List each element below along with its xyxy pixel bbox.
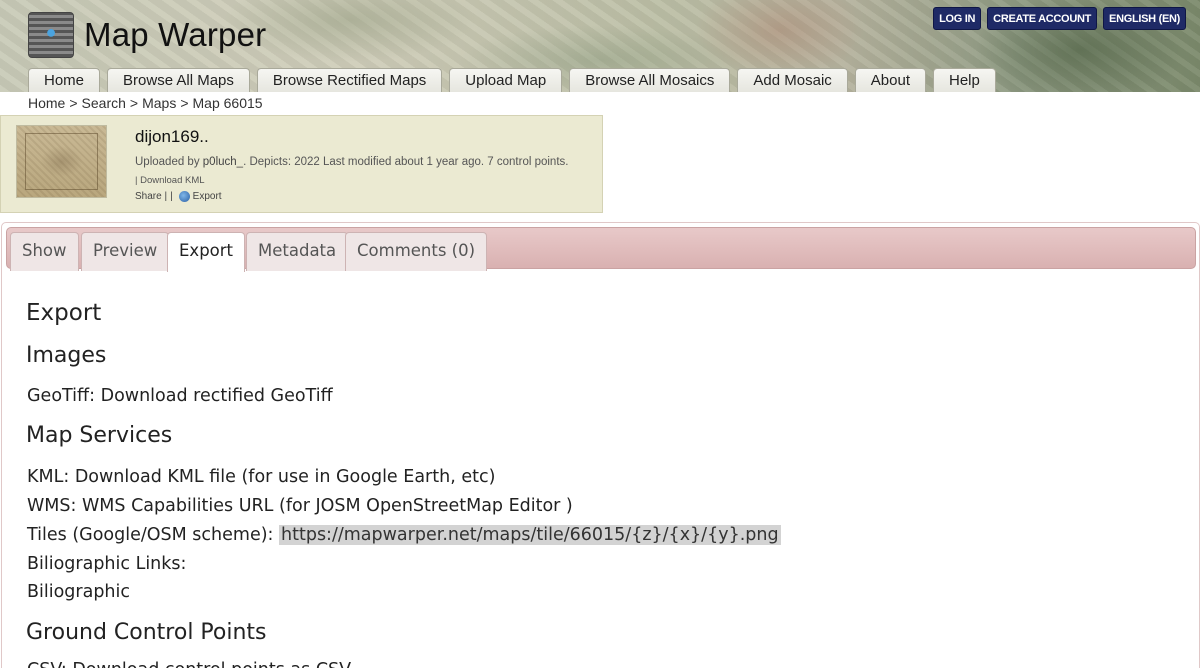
logo[interactable]: ● (28, 12, 74, 58)
breadcrumb-search[interactable]: Search (82, 95, 126, 111)
breadcrumb-separator: > (69, 95, 78, 111)
breadcrumb-maps[interactable]: Maps (142, 95, 176, 111)
nav-browse-all-mosaics[interactable]: Browse All Mosaics (569, 68, 731, 92)
map-meta-details: . Depicts: 2022 Last modified about 1 ye… (243, 156, 569, 168)
nav-help[interactable]: Help (932, 68, 996, 92)
map-meta: Uploaded by p0luch_. Depicts: 2022 Last … (135, 156, 568, 168)
share-separator: | (170, 191, 173, 202)
uploader-link[interactable]: p0luch_ (203, 156, 243, 168)
download-geotiff-link[interactable]: Download rectified GeoTiff (101, 386, 333, 406)
tab-preview[interactable]: Preview (81, 232, 170, 271)
breadcrumb-current: Map 66015 (192, 95, 263, 111)
map-pin-icon: ● (45, 22, 57, 42)
map-services-heading: Map Services (26, 423, 173, 448)
nav-home[interactable]: Home (28, 68, 101, 92)
map-title: dijon169.. (135, 127, 209, 146)
language-button[interactable]: ENGLISH (EN) (1103, 7, 1186, 30)
tab-comments[interactable]: Comments (0) (345, 232, 488, 271)
kml-row: KML: Download KML file (for use in Googl… (27, 467, 495, 487)
wms-label: WMS: (27, 496, 77, 516)
breadcrumb-separator: > (129, 95, 139, 111)
nav-add-mosaic[interactable]: Add Mosaic (737, 68, 848, 92)
geotiff-label: GeoTiff: (27, 386, 96, 406)
login-button[interactable]: LOG IN (933, 7, 982, 30)
biblio-label: Biliographic Links: (27, 554, 187, 574)
nav-browse-rectified-maps[interactable]: Browse Rectified Maps (256, 68, 443, 92)
wms-note: (for JOSM OpenStreetMap Editor ) (279, 496, 573, 516)
map-thumbnail[interactable] (16, 125, 107, 198)
main-nav: Home Browse All Maps Browse Rectified Ma… (28, 68, 1003, 92)
site-title[interactable]: Map Warper (84, 16, 266, 54)
biblio-link[interactable]: Biliographic (27, 582, 130, 602)
tiles-row: Tiles (Google/OSM scheme): https://mapwa… (27, 525, 781, 545)
breadcrumb-home[interactable]: Home (28, 95, 65, 111)
create-account-button[interactable]: CREATE ACCOUNT (987, 7, 1098, 30)
images-heading: Images (26, 343, 107, 368)
nav-browse-all-maps[interactable]: Browse All Maps (107, 68, 250, 92)
export-heading: Export (26, 300, 102, 326)
uploaded-by-label: Uploaded by (135, 156, 200, 168)
wms-capabilities-link[interactable]: WMS Capabilities URL (82, 496, 273, 516)
tab-show[interactable]: Show (10, 232, 79, 271)
breadcrumb-separator: > (180, 95, 189, 111)
geotiff-row: GeoTiff: Download rectified GeoTiff (27, 386, 333, 406)
gcp-heading: Ground Control Points (26, 620, 267, 645)
tiles-url[interactable]: https://mapwarper.net/maps/tile/66015/{z… (279, 525, 781, 545)
tab-metadata[interactable]: Metadata (246, 232, 349, 271)
share-row: Share | | Export (135, 191, 222, 202)
download-kml-link[interactable]: | Download KML (135, 175, 205, 186)
map-summary: dijon169.. Uploaded by p0luch_. Depicts:… (0, 115, 603, 213)
csv-row[interactable]: CSV: Download control points as CSV (27, 660, 351, 668)
tab-export[interactable]: Export (167, 232, 246, 272)
map-thumbnail-border (25, 133, 98, 190)
globe-icon (178, 191, 190, 202)
map-tabs-panel: Show Preview Export Metadata Comments (0… (1, 222, 1200, 668)
top-actions: LOG IN CREATE ACCOUNT ENGLISH (EN) (933, 7, 1186, 30)
kml-note: (for use in Google Earth, etc) (241, 467, 496, 487)
download-kml-file-link[interactable]: Download KML file (75, 467, 236, 487)
site-header: ● Map Warper LOG IN CREATE ACCOUNT ENGLI… (0, 0, 1200, 92)
tiles-label: Tiles (Google/OSM scheme): (27, 525, 274, 545)
tab-bar: Show Preview Export Metadata Comments (0… (6, 227, 1196, 272)
export-link[interactable]: Export (193, 191, 222, 202)
share-link[interactable]: Share | (135, 191, 167, 202)
nav-upload-map[interactable]: Upload Map (449, 68, 563, 92)
wms-row: WMS: WMS Capabilities URL (for JOSM Open… (27, 496, 573, 516)
kml-label: KML: (27, 467, 70, 487)
nav-about[interactable]: About (854, 68, 926, 92)
breadcrumb: Home > Search > Maps > Map 66015 (28, 95, 263, 111)
